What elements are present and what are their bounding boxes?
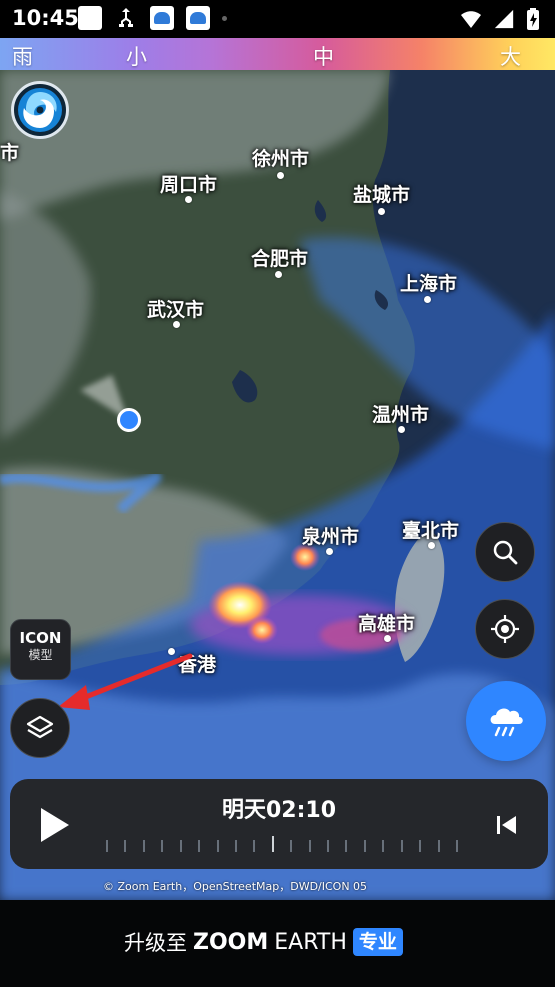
timeline-tick (253, 840, 255, 852)
timeline-tick (161, 840, 163, 852)
city-dot-wenzhou (398, 426, 405, 433)
timeline-tick (180, 840, 182, 852)
brand-earth: EARTH (274, 929, 347, 955)
status-more-dot (222, 15, 227, 21)
city-dot-zhoukou (185, 196, 192, 203)
city-dot-quanzhou (326, 548, 333, 555)
city-label-hong-kong: 香港 (178, 654, 217, 676)
upgrade-prefix: 升级至 (124, 931, 187, 955)
timeline-tick (198, 840, 200, 852)
model-sublabel: 模型 (28, 648, 53, 662)
timeline-tick (456, 840, 458, 852)
timeline-tick (438, 840, 440, 852)
timeline-tick (345, 840, 347, 852)
zoom-earth-notification-icon-2 (186, 6, 210, 30)
city-label-partial: 市 (0, 142, 20, 164)
pro-badge: 专业 (352, 928, 403, 956)
message-icon (78, 6, 102, 30)
timeline-tick (382, 840, 384, 852)
wifi-icon (461, 11, 481, 28)
city-label-taipei: 臺北市 (402, 520, 460, 542)
city-dot-kaohsiung (384, 635, 391, 642)
city-dot-yancheng (378, 208, 385, 215)
search-icon (493, 540, 518, 565)
legend-label-heavy: 大 (500, 45, 521, 69)
city-label-wuhan: 武汉市 (147, 299, 205, 321)
upgrade-text: 升级至 ZOOM EARTH 专业 (124, 927, 403, 957)
layers-button[interactable] (10, 698, 70, 758)
timeline-tick (124, 840, 126, 852)
crosshair-icon (491, 615, 519, 643)
signal-icon (494, 9, 514, 29)
city-label-shanghai: 上海市 (400, 273, 458, 295)
legend-label-moderate: 中 (313, 45, 334, 69)
storm-swirl-icon (18, 88, 62, 132)
precipitation-legend: 雨 小 中 大 (0, 38, 555, 70)
city-dot-taipei (428, 542, 435, 549)
locate-button[interactable] (475, 599, 535, 659)
city-label-wenzhou: 温州市 (372, 404, 430, 426)
timeline-tick (217, 840, 219, 852)
timeline-tick (235, 840, 237, 852)
upgrade-banner[interactable]: 升级至 ZOOM EARTH 专业 (0, 900, 555, 987)
city-dot-xuzhou (277, 172, 284, 179)
city-dot-hefei (275, 271, 282, 278)
city-label-hefei: 合肥市 (251, 248, 309, 270)
precipitation-layer-button[interactable] (466, 681, 546, 761)
brand-zoom: ZOOM (193, 929, 269, 955)
timeline-tick (309, 840, 311, 852)
status-left-icons (78, 6, 227, 30)
city-dot-wuhan (173, 321, 180, 328)
timeline-tick (327, 840, 329, 852)
zoom-earth-notification-icon (150, 6, 174, 30)
city-label-kaohsiung: 高雄市 (358, 613, 416, 635)
search-button[interactable] (475, 522, 535, 582)
zoom-earth-logo-button[interactable] (11, 81, 69, 139)
play-icon[interactable] (38, 805, 72, 845)
timeline-panel: 明天02:10 (10, 779, 548, 869)
map-layer (0, 70, 555, 900)
skip-back-icon[interactable] (494, 813, 518, 837)
rain-cloud-icon (490, 708, 523, 737)
current-location-marker[interactable] (117, 408, 141, 432)
map-attribution: © Zoom Earth，OpenStreetMap，DWD/ICON 05 (103, 880, 368, 893)
city-label-xuzhou: 徐州市 (252, 148, 310, 170)
timeline-tick (401, 840, 403, 852)
legend-label-rain: 雨 (12, 45, 33, 69)
timeline-tick (290, 840, 292, 852)
city-label-quanzhou: 泉州市 (302, 526, 360, 548)
status-time: 10:45 (12, 6, 79, 30)
timeline-tick (364, 840, 366, 852)
status-right-icons (459, 7, 541, 31)
timeline-tick (419, 840, 421, 852)
city-dot-hong-kong (168, 648, 175, 655)
timeline-scrubber[interactable] (106, 834, 458, 852)
city-dot-shanghai (424, 296, 431, 303)
city-label-yancheng: 盐城市 (353, 184, 411, 206)
weather-map[interactable]: 市 徐州市 周口市 盐城市 合肥市 上海市 武汉市 温州市 泉州市 臺北市 高雄… (0, 70, 555, 900)
usb-icon (114, 6, 138, 30)
legend-label-light: 小 (126, 45, 147, 69)
battery-icon (527, 8, 539, 30)
timeline-current-tick (272, 836, 274, 852)
status-bar: 10:45 (0, 0, 555, 38)
timeline-tick (106, 840, 108, 852)
city-label-zhoukou: 周口市 (160, 174, 218, 196)
forecast-time: 明天02:10 (221, 798, 337, 823)
timeline-tick (143, 840, 145, 852)
layers-icon (26, 715, 54, 739)
model-label: ICON (19, 629, 62, 647)
model-selector-button[interactable]: ICON 模型 (10, 619, 71, 680)
